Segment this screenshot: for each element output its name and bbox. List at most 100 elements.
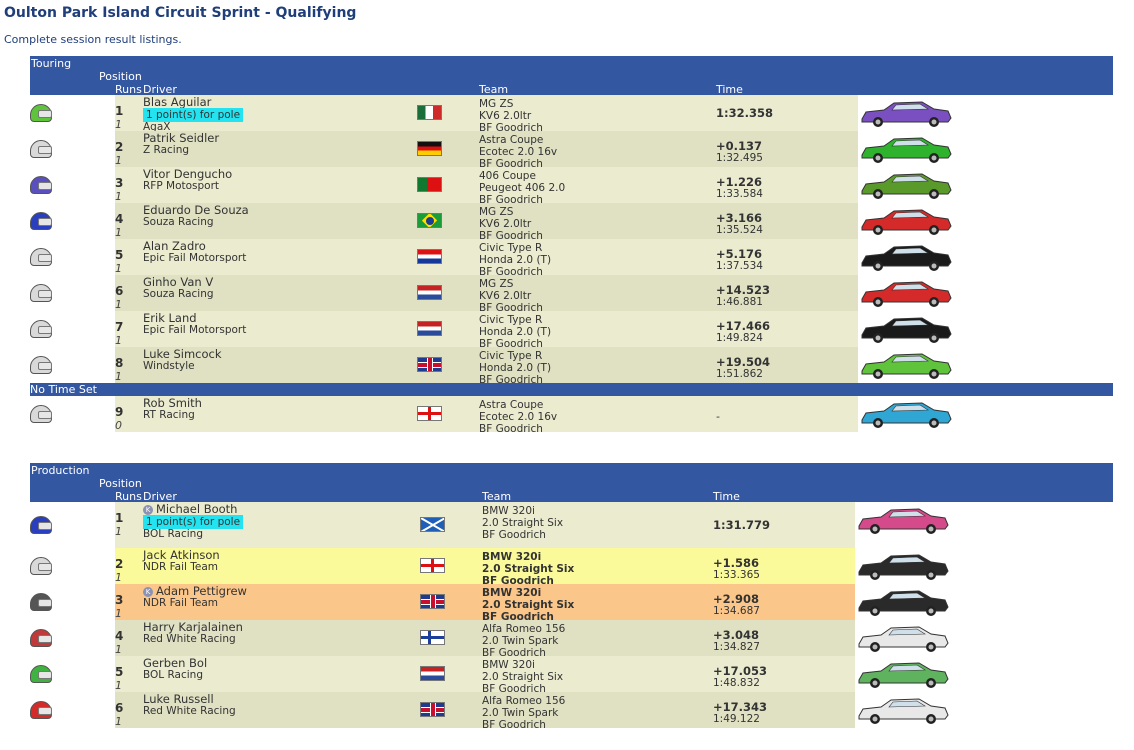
- car-livery-image: [858, 554, 949, 580]
- gap-time: +1.226: [716, 175, 763, 189]
- england-flag: [417, 406, 442, 421]
- position-number: 1: [115, 511, 124, 525]
- car-details: Civic Type R Honda 2.0 (T) BF Goodrich: [479, 314, 551, 350]
- runs-count: 1: [115, 154, 122, 167]
- lap-time: 1:46.881: [716, 296, 763, 308]
- car-livery-image: [861, 101, 952, 127]
- page-subtitle: Complete session result listings.: [4, 33, 182, 46]
- car-livery-image: [861, 209, 952, 235]
- car-car2: 2.0 Twin Spark: [482, 707, 559, 719]
- runs-count: 1: [115, 190, 122, 203]
- table-row: 4 1 Harry Karjalainen Red White Racing Alfa …: [30, 620, 1113, 659]
- driver-team-name: NDR Fail Team: [143, 561, 219, 573]
- croatia-flag: [417, 249, 442, 264]
- driver-name-text: Ginho Van V: [143, 275, 214, 289]
- table-row: 2 1 Jack Atkinson NDR Fail Team BMW 320i 2.0 …: [30, 548, 1113, 587]
- car-car2: 2.0 Straight Six: [482, 671, 564, 683]
- car-details: MG ZS KV6 2.0ltr BF Goodrich: [479, 278, 543, 314]
- driver-name-text: Gerben Bol: [143, 656, 208, 670]
- runs-count: 0: [115, 419, 122, 432]
- car-details: MG ZS KV6 2.0ltr BF Goodrich: [479, 98, 543, 134]
- table-row: 8 1 Luke Simcock Windstyle Civic Type R Honda…: [30, 347, 1113, 386]
- gap-time: +2.908: [713, 592, 760, 606]
- car-details: Alfa Romeo 156 2.0 Twin Spark BF Goodrich: [482, 623, 565, 659]
- runs-count: 1: [115, 679, 122, 692]
- driver-team-name: Red White Racing: [143, 705, 236, 717]
- position-number: 3: [115, 593, 124, 607]
- car-car2: 2.0 Straight Six: [482, 563, 575, 575]
- touring-header: Touring Position Runs Driver Team Time: [30, 56, 1113, 96]
- helmet-icon: [30, 248, 52, 266]
- car-details: Civic Type R Honda 2.0 (T) BF Goodrich: [479, 242, 551, 278]
- driver-name-text: Adam Pettigrew: [156, 584, 247, 598]
- car-car1: Astra Coupe: [479, 134, 544, 146]
- car-livery-image: [858, 698, 949, 724]
- runs-count: 1: [115, 571, 122, 584]
- driver-name: Alan Zadro: [143, 239, 206, 253]
- car-livery-image: [861, 281, 952, 307]
- runs-count: 1: [115, 226, 122, 239]
- position-number: 4: [115, 629, 124, 643]
- driver-name: K Michael Booth: [143, 502, 237, 516]
- brazil-flag: [417, 213, 442, 228]
- driver-team-name: BOL Racing: [143, 669, 203, 681]
- driver-team-name: RT Racing: [143, 409, 195, 421]
- finland-flag: [420, 630, 445, 645]
- gap-time: +3.166: [716, 211, 763, 225]
- car-car1: Alfa Romeo 156: [482, 695, 566, 707]
- driver-name: Patrik Seidler: [143, 131, 219, 145]
- lap-time: 1:49.122: [713, 713, 760, 725]
- table-row: 6 1 Ginho Van V Souza Racing MG ZS KV6 2.0ltr…: [30, 275, 1113, 314]
- car-car1: MG ZS: [479, 98, 514, 110]
- driver-name-text: Erik Land: [143, 311, 197, 325]
- table-row: 9 0 Rob Smith RT Racing Astra Coupe Ecotec 2.…: [30, 396, 1113, 435]
- car-car2: Honda 2.0 (T): [479, 254, 552, 266]
- helmet-icon: [30, 557, 52, 575]
- position-number: 2: [115, 557, 124, 571]
- scotland-flag: [420, 517, 445, 532]
- header-position: Position: [99, 477, 142, 490]
- driver-name: Luke Simcock: [143, 347, 222, 361]
- driver-badge-icon: K: [143, 587, 153, 597]
- driver-name-text: Eduardo De Souza: [143, 203, 249, 217]
- helmet-icon: [30, 405, 52, 423]
- car-car1: Civic Type R: [479, 314, 543, 326]
- position-number: 4: [115, 212, 124, 226]
- position-number: 9: [115, 405, 124, 419]
- car-car1: MG ZS: [479, 278, 514, 290]
- driver-name: Luke Russell: [143, 692, 214, 706]
- driver-name-text: Jack Atkinson: [143, 548, 220, 562]
- car-livery-image: [861, 402, 952, 428]
- runs-count: 1: [115, 370, 122, 383]
- driver-name-text: Luke Russell: [143, 692, 214, 706]
- car-details: MG ZS KV6 2.0ltr BF Goodrich: [479, 206, 543, 242]
- driver-name: K Adam Pettigrew: [143, 584, 247, 598]
- gap-time: +1.586: [713, 556, 760, 570]
- driver-team-name: Red White Racing: [143, 633, 236, 645]
- car-livery-image: [858, 590, 949, 616]
- production-header: Production Position Runs Driver Team Tim…: [30, 463, 1113, 503]
- driver-name-text: Rob Smith: [143, 396, 202, 410]
- car-car2: Ecotec 2.0 16v: [479, 146, 558, 158]
- driver-name: Harry Karjalainen: [143, 620, 243, 634]
- runs-count: 1: [115, 334, 122, 347]
- pole-points-badge: 1 point(s) for pole: [143, 108, 244, 122]
- pole-points-badge: 1 point(s) for pole: [143, 515, 244, 529]
- table-row: 7 1 Erik Land Epic Fail Motorsport Civic Typ…: [30, 311, 1113, 350]
- helmet-icon: [30, 212, 52, 230]
- car-details: 406 Coupe Peugeot 406 2.0 BF Goodrich: [479, 170, 565, 206]
- driver-team-name: Epic Fail Motorsport: [143, 324, 247, 336]
- driver-team-name: Souza Racing: [143, 216, 214, 228]
- car-livery-image: [861, 137, 952, 163]
- driver-name-text: Alan Zadro: [143, 239, 206, 253]
- car-details: Civic Type R Honda 2.0 (T) BF Goodrich: [479, 350, 551, 386]
- position-number: 5: [115, 665, 124, 679]
- table-row: 5 1 Gerben Bol BOL Racing BMW 320i 2.0 Straig…: [30, 656, 1113, 695]
- driver-name: Vitor Dengucho: [143, 167, 232, 181]
- driver-name: Ginho Van V: [143, 275, 213, 289]
- runs-count: 1: [115, 298, 122, 311]
- car-details: BMW 320i 2.0 Straight Six BF Goodrich: [482, 505, 563, 541]
- runs-count: 1: [115, 262, 122, 275]
- car-livery-image: [858, 662, 949, 688]
- page-title: Oulton Park Island Circuit Sprint - Qual…: [4, 5, 357, 21]
